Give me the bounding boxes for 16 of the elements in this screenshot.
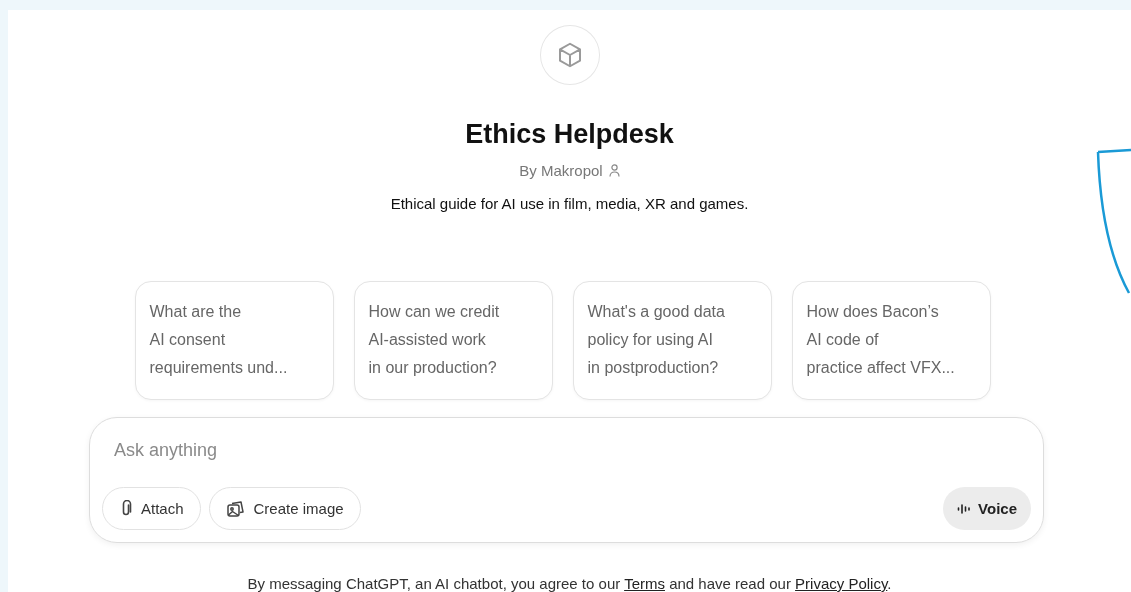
- voice-button[interactable]: Voice: [943, 487, 1031, 530]
- message-input[interactable]: Ask anything: [102, 435, 1031, 465]
- author-text: By Makropol: [519, 161, 603, 179]
- suggestion-card[interactable]: How can we credit AI-assisted work in our production?: [353, 280, 553, 400]
- attach-button[interactable]: Attach: [102, 487, 201, 530]
- gpt-title: Ethics Helpdesk: [465, 117, 674, 151]
- terms-link[interactable]: Terms: [624, 575, 665, 592]
- create-image-button[interactable]: Create image: [208, 487, 361, 530]
- suggestion-card[interactable]: How does Bacon’s AI code of practice affect VFX...: [791, 280, 991, 400]
- waveform-icon: [957, 502, 972, 515]
- suggestion-card[interactable]: What are the AI consent requirements und...: [134, 280, 334, 400]
- gpt-description: Ethical guide for AI use in film, media, XR and games.: [390, 194, 749, 212]
- disclaimer-text: By messaging ChatGPT, an AI chatbot, you agree to our Terms and have read our Privacy Policy.: [247, 575, 892, 592]
- person-icon: [608, 163, 620, 177]
- suggestion-card[interactable]: What's a good data policy for using AI in postproduction?: [572, 280, 772, 400]
- images-icon: [225, 499, 246, 518]
